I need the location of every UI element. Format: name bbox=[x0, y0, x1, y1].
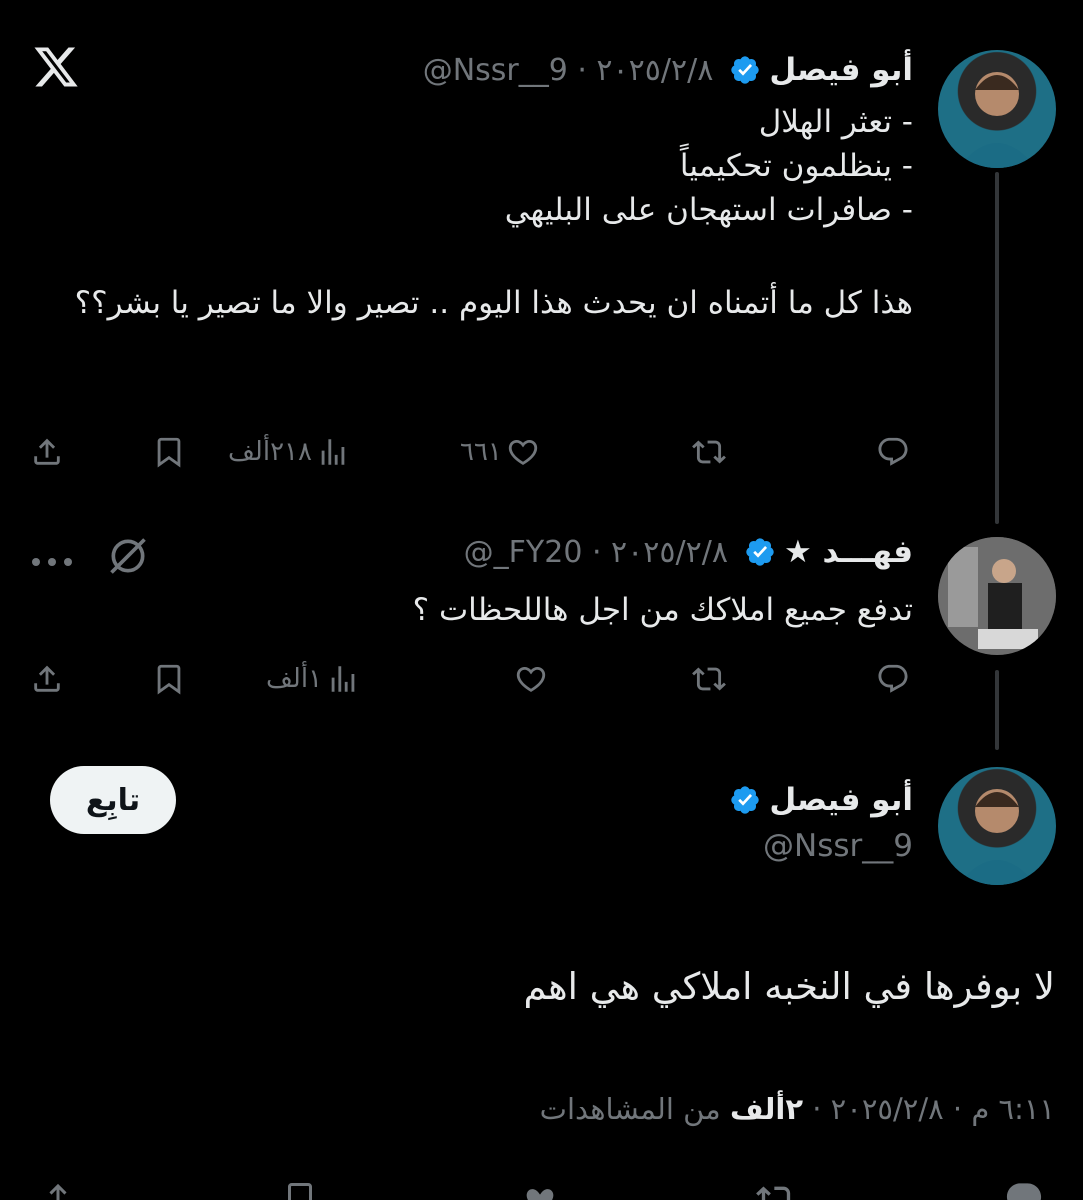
share-button[interactable] bbox=[30, 428, 64, 476]
bookmark-icon[interactable] bbox=[282, 1180, 318, 1200]
bookmark-button[interactable] bbox=[152, 428, 186, 476]
grok-icon[interactable] bbox=[106, 534, 150, 578]
tweet-header: فهـــد ★ @_FY20 · ٢٠٢٥/٢/٨ bbox=[464, 530, 913, 574]
retweet-button[interactable] bbox=[692, 428, 726, 476]
main-author: أبو فيصل bbox=[721, 778, 913, 822]
reply-button[interactable] bbox=[876, 428, 910, 476]
heart-icon bbox=[516, 666, 546, 692]
avatar[interactable] bbox=[938, 767, 1056, 885]
views-label: من المشاهدات bbox=[539, 1092, 730, 1126]
tweet-line: هذا كل ما أتمناه ان يحدث هذا اليوم .. تص… bbox=[74, 285, 913, 321]
verified-badge-icon bbox=[746, 538, 774, 566]
verified-badge-icon bbox=[731, 56, 759, 84]
views-icon bbox=[331, 666, 355, 692]
tweet-line: تدفع جميع املاكك من اجل هاللحظات ؟ bbox=[412, 592, 913, 628]
views-button[interactable]: ٢١٨ألف bbox=[228, 428, 350, 476]
tweet-line: - تعثر الهلال bbox=[758, 104, 913, 140]
tweet-line: - ينظلمون تحكيمياً bbox=[679, 148, 913, 184]
heart-icon bbox=[508, 439, 538, 465]
author-name[interactable]: أبو فيصل bbox=[769, 52, 913, 88]
avatar[interactable] bbox=[938, 50, 1056, 168]
retweet-button[interactable] bbox=[692, 655, 726, 703]
timestamp[interactable]: ٦:١١ م · ٢٠٢٥/٢/٨ · bbox=[803, 1092, 1055, 1126]
handle-date[interactable]: @_FY20 · ٢٠٢٥/٢/٨ bbox=[464, 535, 728, 570]
likes-count: ٦٦١ bbox=[460, 437, 502, 467]
x-logo-icon[interactable] bbox=[32, 42, 80, 92]
verified-badge-icon bbox=[731, 786, 759, 814]
author-handle[interactable]: @Nssr__9 bbox=[763, 828, 913, 864]
more-options-icon[interactable] bbox=[30, 552, 74, 566]
like-button[interactable] bbox=[514, 655, 548, 703]
views-count: ٢ألف bbox=[729, 1092, 804, 1126]
bookmark-icon bbox=[157, 664, 181, 695]
tweet-actions: ١ألف bbox=[20, 655, 920, 703]
tweet-header: أبو فيصل @Nssr__9 · ٢٠٢٥/٢/٨ bbox=[423, 48, 913, 92]
views-icon bbox=[321, 439, 345, 465]
tweet-meta: ٦:١١ م · ٢٠٢٥/٢/٨ · ٢ألف من المشاهدات bbox=[540, 1092, 1055, 1126]
heart-icon[interactable] bbox=[520, 1180, 560, 1200]
bottom-actions bbox=[0, 1176, 1083, 1200]
retweet-icon bbox=[692, 667, 726, 691]
reply-icon[interactable] bbox=[1004, 1180, 1044, 1200]
tweet-text: تدفع جميع املاكك من اجل هاللحظات ؟ bbox=[33, 588, 913, 632]
main-tweet-text: لا بوفرها في النخبه املاكي هي اهم bbox=[523, 965, 1056, 1008]
like-button[interactable]: ٦٦١ bbox=[460, 428, 540, 476]
retweet-icon bbox=[692, 440, 726, 464]
thread-line bbox=[995, 670, 999, 750]
author-name[interactable]: فهـــد ★ bbox=[784, 534, 913, 570]
tweet-text: - تعثر الهلال - ينظلمون تحكيمياً - صافرا… bbox=[33, 100, 913, 330]
reply-icon bbox=[878, 664, 908, 693]
share-button[interactable] bbox=[30, 655, 64, 703]
bookmark-icon bbox=[157, 437, 181, 468]
reply-icon bbox=[878, 437, 908, 466]
bookmark-button[interactable] bbox=[152, 655, 186, 703]
follow-button[interactable]: تابِع bbox=[50, 766, 176, 834]
thread-line bbox=[995, 172, 999, 524]
views-count: ٢١٨ألف bbox=[228, 437, 312, 467]
share-icon[interactable] bbox=[40, 1180, 76, 1200]
views-count: ١ألف bbox=[266, 664, 323, 694]
author-name[interactable]: أبو فيصل bbox=[769, 782, 913, 818]
share-icon bbox=[34, 438, 60, 465]
retweet-icon[interactable] bbox=[756, 1180, 796, 1200]
views-button[interactable]: ١ألف bbox=[266, 655, 360, 703]
avatar[interactable] bbox=[938, 537, 1056, 655]
handle-date[interactable]: @Nssr__9 · ٢٠٢٥/٢/٨ bbox=[423, 53, 714, 88]
share-icon bbox=[34, 665, 60, 692]
reply-button[interactable] bbox=[876, 655, 910, 703]
tweet-actions: ٢١٨ألف ٦٦١ bbox=[20, 428, 920, 476]
tweet-line: - صافرات استهجان على البليهي bbox=[504, 192, 913, 228]
